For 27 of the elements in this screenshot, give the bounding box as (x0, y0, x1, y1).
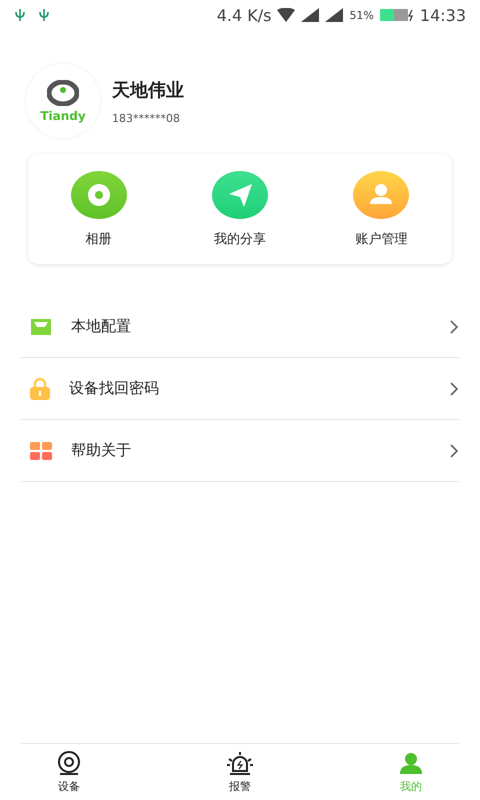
siren-icon (226, 750, 254, 774)
nav-tab[interactable]: 设备 (41, 744, 97, 800)
camera-icon (55, 750, 83, 774)
user-name: 天地伟业 (112, 78, 184, 102)
network-speed: 4.4 K/s (216, 6, 272, 24)
battery-percent: 51% (349, 8, 374, 22)
clock-time: 14:33 (420, 6, 466, 24)
shortcut-button[interactable]: 我的分享 (184, 170, 295, 248)
aperture-icon (70, 170, 128, 220)
wifi-icon (277, 8, 296, 22)
company-logo: Tiandy (26, 64, 100, 138)
chevron-icon (449, 382, 459, 396)
person-icon (352, 170, 410, 220)
chevron-icon (449, 320, 459, 334)
inbox-icon (29, 316, 53, 336)
battery-icon (380, 8, 414, 22)
chevron-icon (449, 444, 459, 458)
shortcut-button[interactable]: 账户管理 (326, 170, 436, 248)
lock-icon (29, 376, 51, 400)
grid-icon (29, 440, 53, 460)
paper-plane-icon (210, 170, 269, 220)
shortcut-button[interactable]: 相册 (44, 170, 154, 248)
signal-icon (325, 8, 344, 22)
phone-number: 183******08 (112, 112, 181, 124)
signal-icon (301, 8, 320, 22)
nav-tab[interactable]: 报警 (212, 744, 268, 800)
person-icon (397, 750, 425, 774)
